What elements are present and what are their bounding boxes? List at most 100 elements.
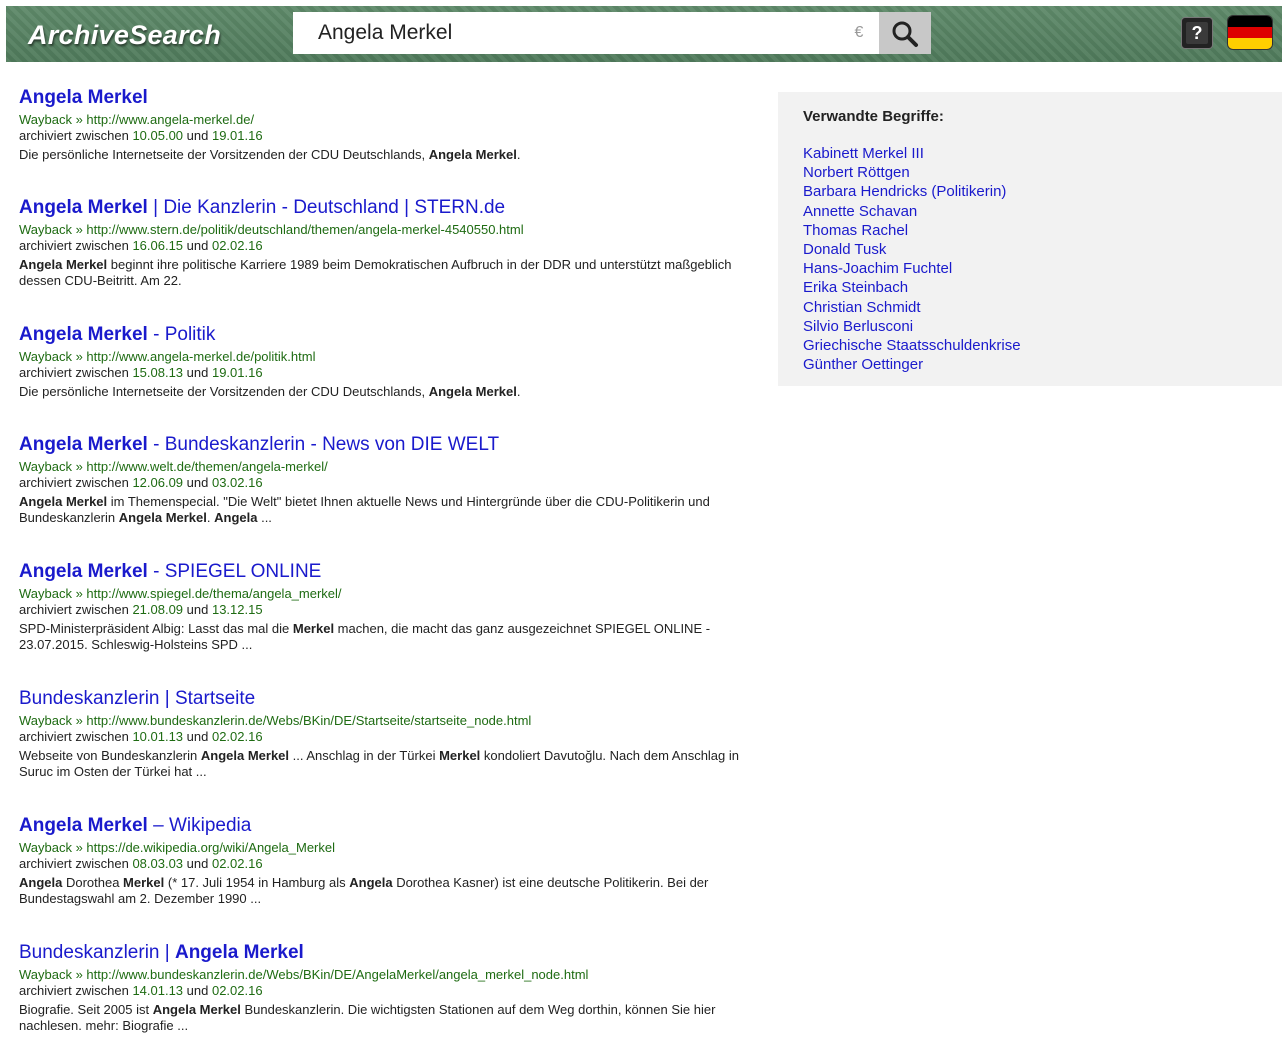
- related-term-link[interactable]: Günther Oettinger: [803, 355, 1021, 374]
- help-icon: ?: [1186, 22, 1208, 44]
- archive-to-date: 02.02.16: [211, 729, 263, 744]
- snippet-highlight: Angela Merkel: [152, 1002, 241, 1017]
- result-title-highlight: Angela Merkel: [19, 87, 148, 108]
- result-title-link[interactable]: Angela Merkel - Politik: [19, 323, 759, 347]
- search-result: Bundeskanzlerin | Startseite Wayback » ht…: [19, 687, 759, 780]
- related-term-link[interactable]: Silvio Berlusconi: [803, 317, 1021, 336]
- result-title-link[interactable]: Bundeskanzlerin | Angela Merkel: [19, 941, 759, 965]
- result-title-link[interactable]: Angela Merkel – Wikipedia: [19, 814, 759, 838]
- archive-connector: und: [183, 128, 212, 143]
- result-archive-range: archiviert zwischen 16.06.15 und 02.02.1…: [19, 238, 759, 254]
- result-wayback-url[interactable]: Wayback » http://www.angela-merkel.de/: [19, 111, 759, 128]
- archive-label: archiviert zwischen: [19, 238, 133, 253]
- result-wayback-url[interactable]: Wayback » http://www.bundeskanzlerin.de/…: [19, 712, 759, 729]
- result-title-link[interactable]: Angela Merkel - Bundeskanzlerin - News v…: [19, 433, 759, 457]
- archive-label: archiviert zwischen: [19, 856, 133, 871]
- result-wayback-url[interactable]: Wayback » http://www.spiegel.de/thema/an…: [19, 585, 759, 602]
- result-snippet: Angela Merkel im Themenspecial. "Die Wel…: [19, 494, 759, 526]
- related-term-link[interactable]: Griechische Staatsschuldenkrise: [803, 336, 1021, 355]
- result-title-highlight: Angela Merkel: [19, 324, 148, 345]
- result-snippet: Angela Merkel beginnt ihre politische Ka…: [19, 257, 759, 289]
- snippet-highlight: Merkel: [439, 748, 481, 763]
- archive-from-date: 15.08.13: [132, 365, 184, 380]
- related-term-link[interactable]: Kabinett Merkel III: [803, 144, 1021, 163]
- related-term-link[interactable]: Norbert Röttgen: [803, 163, 1021, 182]
- related-terms-list: Kabinett Merkel III Norbert Röttgen Barbar…: [803, 144, 1021, 374]
- related-term-link[interactable]: Thomas Rachel: [803, 221, 1021, 240]
- archive-label: archiviert zwischen: [19, 128, 133, 143]
- snippet-text: ... Anschlag in der Türkei: [289, 748, 440, 763]
- snippet-highlight: Angela Merkel: [200, 748, 290, 763]
- related-term-link[interactable]: Erika Steinbach: [803, 278, 1021, 297]
- related-terms-panel: Verwandte Begriffe: Kabinett Merkel III N…: [778, 92, 1282, 386]
- result-title-text: - Bundeskanzlerin - News von DIE WELT: [147, 434, 500, 455]
- search-result: Angela Merkel – Wikipedia Wayback » https…: [19, 814, 759, 907]
- search-result: Angela Merkel - Politik Wayback » http://…: [19, 323, 759, 400]
- result-wayback-url[interactable]: Wayback » http://www.bundeskanzlerin.de/…: [19, 966, 759, 983]
- result-wayback-url[interactable]: Wayback » http://www.angela-merkel.de/po…: [19, 348, 759, 365]
- result-title-link[interactable]: Angela Merkel - SPIEGEL ONLINE: [19, 560, 759, 584]
- related-term-link[interactable]: Annette Schavan: [803, 202, 1021, 221]
- result-wayback-url[interactable]: Wayback » https://de.wikipedia.org/wiki/…: [19, 839, 759, 856]
- related-term-link[interactable]: Donald Tusk: [803, 240, 1021, 259]
- result-archive-range: archiviert zwischen 12.06.09 und 03.02.1…: [19, 475, 759, 491]
- result-snippet: Die persönliche Internetseite der Vorsit…: [19, 384, 759, 400]
- archive-from-date: 08.03.03: [132, 856, 184, 871]
- archive-connector: und: [183, 602, 212, 617]
- search-result: Bundeskanzlerin | Angela Merkel Wayback »…: [19, 941, 759, 1034]
- result-title-link[interactable]: Angela Merkel: [19, 86, 759, 110]
- help-button[interactable]: ?: [1181, 17, 1213, 49]
- related-term-link[interactable]: Barbara Hendricks (Politikerin): [803, 182, 1021, 201]
- archive-to-date: 13.12.15: [211, 602, 263, 617]
- result-wayback-url[interactable]: Wayback » http://www.stern.de/politik/de…: [19, 221, 759, 238]
- archive-to-date: 19.01.16: [211, 365, 263, 380]
- search-button[interactable]: [879, 12, 931, 54]
- snippet-text: Biografie. Seit 2005 ist: [19, 1002, 153, 1017]
- archive-from-date: 14.01.13: [132, 983, 184, 998]
- archive-connector: und: [183, 729, 212, 744]
- archive-to-date: 03.02.16: [211, 475, 263, 490]
- archive-label: archiviert zwischen: [19, 365, 133, 380]
- result-archive-range: archiviert zwischen 10.05.00 und 19.01.1…: [19, 128, 759, 144]
- related-term-link[interactable]: Hans-Joachim Fuchtel: [803, 259, 1021, 278]
- result-archive-range: archiviert zwischen 10.01.13 und 02.02.1…: [19, 729, 759, 745]
- result-snippet: Webseite von Bundeskanzlerin Angela Merk…: [19, 748, 759, 780]
- archive-from-date: 10.01.13: [132, 729, 184, 744]
- result-snippet: Angela Dorothea Merkel (* 17. Juli 1954 …: [19, 875, 759, 907]
- archive-to-date: 02.02.16: [211, 238, 263, 253]
- result-snippet: Die persönliche Internetseite der Vorsit…: [19, 147, 759, 163]
- snippet-highlight: Angela: [19, 875, 63, 890]
- snippet-text: .: [516, 384, 521, 399]
- result-title-text: - Politik: [147, 324, 216, 345]
- top-bar: ArchiveSearch € ?: [0, 0, 1282, 62]
- snippet-text: Dorothea: [62, 875, 124, 890]
- archive-from-date: 12.06.09: [132, 475, 184, 490]
- result-title-highlight: Angela Merkel: [19, 197, 148, 218]
- related-term-link[interactable]: Christian Schmidt: [803, 298, 1021, 317]
- site-logo[interactable]: ArchiveSearch: [28, 20, 221, 51]
- result-title-link[interactable]: Bundeskanzlerin | Startseite: [19, 687, 759, 711]
- archive-connector: und: [183, 365, 212, 380]
- archive-label: archiviert zwischen: [19, 729, 133, 744]
- snippet-text: Die persönliche Internetseite der Vorsit…: [19, 384, 429, 399]
- clear-search-icon[interactable]: €: [852, 24, 866, 42]
- snippet-text: (* 17. Juli 1954 in Hamburg als: [164, 875, 350, 890]
- result-title-highlight: Angela Merkel: [19, 561, 148, 582]
- flag-stripe-gold: [1228, 37, 1272, 49]
- german-flag-icon[interactable]: [1227, 15, 1273, 50]
- result-wayback-url[interactable]: Wayback » http://www.welt.de/themen/ange…: [19, 458, 759, 475]
- result-snippet: SPD-Ministerpräsident Albig: Lasst das m…: [19, 621, 759, 653]
- result-archive-range: archiviert zwischen 15.08.13 und 19.01.1…: [19, 365, 759, 381]
- result-title-link[interactable]: Angela Merkel | Die Kanzlerin - Deutschl…: [19, 196, 759, 220]
- result-title-text: - SPIEGEL ONLINE: [147, 561, 322, 582]
- archive-connector: und: [183, 238, 212, 253]
- result-title-text: Bundeskanzlerin |: [19, 942, 175, 963]
- snippet-highlight: Angela Merkel: [428, 384, 517, 399]
- archive-to-date: 02.02.16: [211, 856, 263, 871]
- result-title-text: – Wikipedia: [147, 815, 252, 836]
- archive-connector: und: [183, 475, 212, 490]
- search-result: Angela Merkel - SPIEGEL ONLINE Wayback » …: [19, 560, 759, 653]
- snippet-highlight: Angela Merkel: [118, 510, 207, 525]
- archive-label: archiviert zwischen: [19, 475, 133, 490]
- search-input[interactable]: [293, 12, 879, 54]
